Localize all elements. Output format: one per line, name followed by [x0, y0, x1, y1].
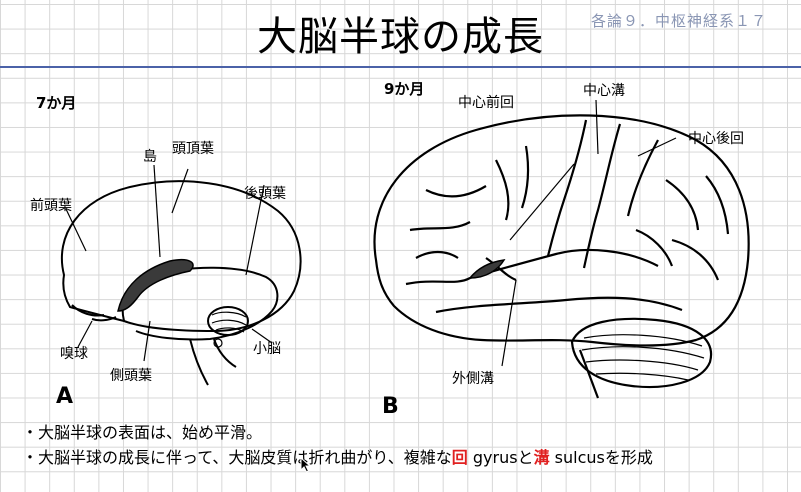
- mouse-pointer-icon: [300, 457, 312, 473]
- label-temporal-lobe: 側頭葉: [110, 368, 152, 384]
- label-postcentral-gyrus: 中心後回: [688, 131, 744, 147]
- label-insula: 島: [143, 149, 157, 165]
- age-label-7-months: 7か月: [36, 94, 77, 112]
- panel-letter-a: A: [56, 384, 74, 409]
- sulcus-kanji: 溝: [533, 448, 550, 467]
- slide-subtitle: 各論９．中枢神経系１７: [590, 12, 767, 30]
- label-parietal-lobe: 頭頂葉: [172, 141, 214, 157]
- panel-letter-b: B: [382, 394, 399, 419]
- label-lateral-sulcus: 外側溝: [452, 371, 494, 387]
- gyrus-kanji: 回: [451, 448, 468, 467]
- label-central-sulcus: 中心溝: [583, 83, 625, 99]
- label-precentral-gyrus: 中心前回: [458, 95, 514, 111]
- note-line-2-text: ・大脳半球の成長に伴って、大脳皮質は折れ曲がり、複雑な: [22, 448, 452, 467]
- label-frontal-lobe: 前頭葉: [30, 198, 72, 214]
- title-divider: [0, 66, 801, 68]
- and-text: と: [517, 448, 534, 467]
- note-line-2: ・大脳半球の成長に伴って、大脳皮質は折れ曲がり、複雑な回 gyrusと溝 sul…: [22, 445, 653, 470]
- label-olfactory-bulb: 嗅球: [60, 346, 88, 362]
- sulcus-term: sulcus: [549, 448, 605, 467]
- label-cerebellum: 小脳: [253, 341, 281, 357]
- label-occipital-lobe: 後頭葉: [244, 186, 286, 202]
- note-line-1: ・大脳半球の表面は、始め平滑。: [22, 423, 263, 442]
- note-line-2-end: を形成: [604, 448, 653, 467]
- notes-block: ・大脳半球の表面は、始め平滑。 ・大脳半球の成長に伴って、大脳皮質は折れ曲がり、…: [22, 420, 653, 470]
- gyrus-term: gyrus: [467, 448, 518, 467]
- age-label-9-months: 9か月: [384, 80, 425, 98]
